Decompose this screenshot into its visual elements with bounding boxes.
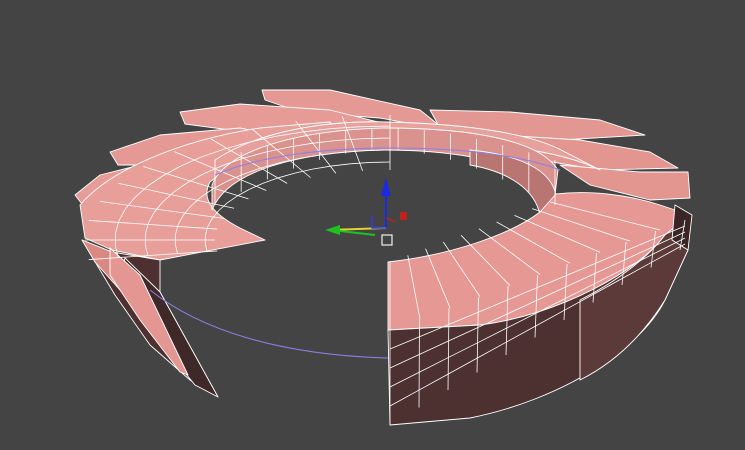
wire-left-ring-band: [262, 177, 279, 184]
transform-gizmo-icon[interactable]: [325, 178, 407, 246]
wire-left-ring-band: [226, 195, 238, 204]
wire-left-ring-band: [331, 163, 351, 167]
wire-left-ring-band: [366, 149, 391, 151]
wire-left-ring-band: [294, 168, 313, 174]
gizmo-pivot-cube[interactable]: [400, 212, 407, 220]
wire-left-ring-band: [237, 188, 250, 197]
scene-canvas[interactable]: [0, 0, 745, 450]
wire-left-ring-band: [218, 202, 228, 212]
gizmo-z-arrowhead[interactable]: [381, 178, 391, 196]
front-ring-segment[interactable]: [387, 192, 693, 426]
gizmo-plane-handle[interactable]: [371, 216, 386, 229]
wire-left-ring-band: [278, 172, 296, 179]
3d-viewport[interactable]: [0, 0, 745, 450]
pivot-box-icon[interactable]: [381, 234, 393, 246]
gizmo-y-axis[interactable]: [339, 230, 376, 236]
gizmo-y-arrowhead[interactable]: [325, 225, 340, 235]
wire-front-side-vertical: [418, 318, 420, 408]
wire-left-ring-band: [312, 165, 332, 170]
gizmo-plane-handle-2[interactable]: [385, 217, 397, 223]
